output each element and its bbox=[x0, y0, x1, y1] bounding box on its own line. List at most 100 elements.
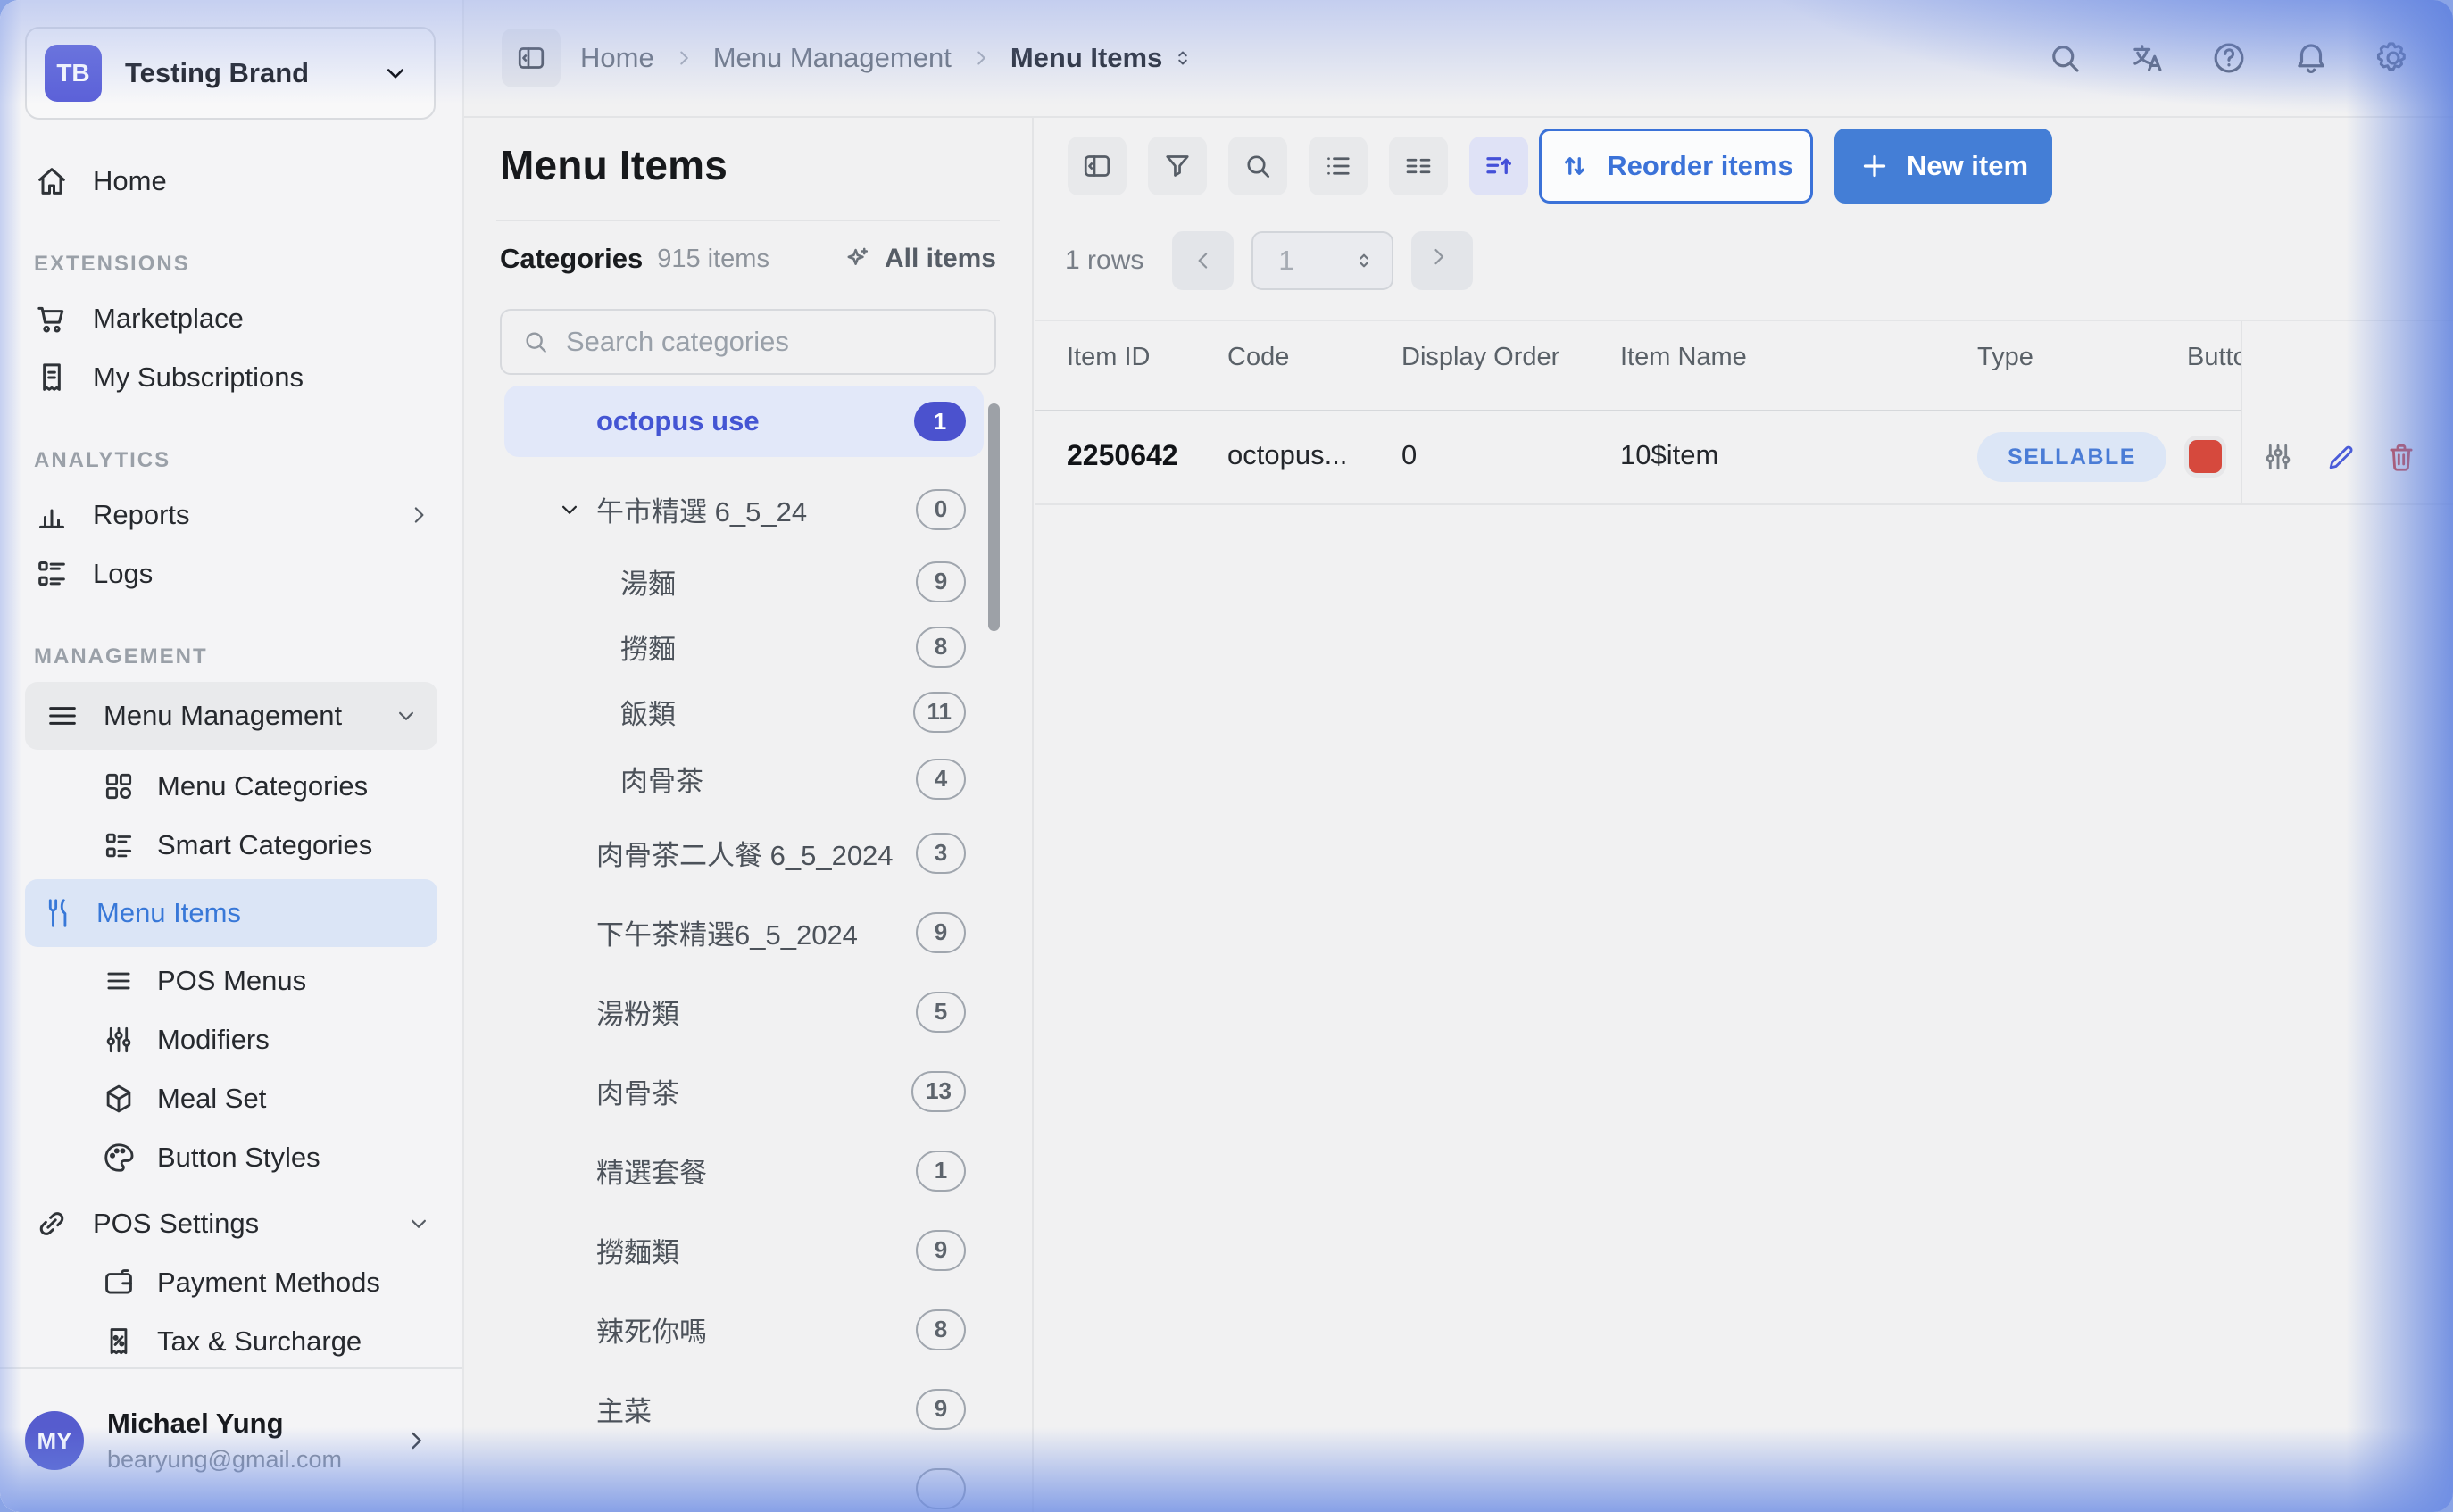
search-button[interactable] bbox=[2045, 38, 2084, 78]
sort-button[interactable] bbox=[1469, 137, 1528, 195]
brand-selector[interactable]: TB Testing Brand bbox=[25, 27, 436, 120]
sidebar-nav: Home EXTENSIONS Marketplace My Subscript… bbox=[0, 152, 462, 1430]
sidebar: TB Testing Brand Home EXTENSIONS Marketp… bbox=[0, 0, 464, 1512]
category-item-selected[interactable]: octopus use 1 bbox=[504, 386, 984, 457]
category-item[interactable]: 肉骨茶 4 bbox=[504, 744, 984, 813]
list-icon bbox=[1322, 150, 1354, 182]
sidebar-item-button-styles[interactable]: Button Styles bbox=[0, 1128, 462, 1187]
category-item[interactable]: 下午茶精選6_5_2024 9 bbox=[504, 893, 984, 972]
cell-item-name: 10$item bbox=[1620, 439, 1718, 471]
category-count-badge: 9 bbox=[916, 912, 966, 953]
column-header-button[interactable]: Button bbox=[2187, 343, 2242, 372]
spinner-up-down-icon[interactable] bbox=[1351, 247, 1377, 274]
sidebar-collapse-button[interactable] bbox=[502, 29, 561, 87]
table-row-separator bbox=[1035, 503, 2453, 505]
category-item[interactable]: 撈麵 8 bbox=[504, 614, 984, 679]
bell-icon bbox=[2292, 39, 2330, 77]
page-number-input[interactable] bbox=[1276, 244, 1343, 278]
category-item[interactable]: 肉骨茶二人餐 6_5_2024 3 bbox=[504, 813, 984, 893]
sidebar-item-home[interactable]: Home bbox=[0, 152, 462, 211]
filter-button[interactable] bbox=[1148, 137, 1207, 195]
category-item[interactable]: 湯粉類 5 bbox=[504, 972, 984, 1051]
sidebar-item-marketplace[interactable]: Marketplace bbox=[0, 289, 462, 348]
column-header-type[interactable]: Type bbox=[1977, 343, 2033, 372]
search-input[interactable] bbox=[564, 325, 975, 359]
sidebar-item-my-subscriptions[interactable]: My Subscriptions bbox=[0, 348, 462, 407]
sidebar-item-smart-categories[interactable]: Smart Categories bbox=[0, 816, 462, 875]
sidebar-item-menu-items[interactable]: Menu Items bbox=[25, 879, 437, 947]
column-header-display-order[interactable]: Display Order bbox=[1401, 343, 1559, 372]
category-item[interactable]: 撈麵類 9 bbox=[504, 1210, 984, 1290]
scrollbar-thumb[interactable] bbox=[988, 403, 1000, 631]
status-badge-sellable: SELLABLE bbox=[1977, 432, 2166, 482]
sidebar-item-menu-management[interactable]: Menu Management bbox=[25, 682, 437, 750]
language-button[interactable] bbox=[2127, 38, 2166, 78]
sidebar-item-pos-settings[interactable]: POS Settings bbox=[0, 1194, 462, 1253]
user-meta: Michael Yung bearyung@gmail.com bbox=[107, 1407, 378, 1475]
grid-view-button[interactable] bbox=[1389, 137, 1448, 195]
table-toolbar: Reorder items New item bbox=[1068, 129, 2052, 204]
category-name: 肉骨茶 bbox=[620, 759, 703, 799]
category-item[interactable]: 精選套餐 1 bbox=[504, 1131, 984, 1210]
notifications-button[interactable] bbox=[2291, 38, 2331, 78]
category-search bbox=[500, 309, 996, 375]
divider bbox=[496, 220, 1000, 221]
chevron-down-icon bbox=[380, 58, 411, 88]
trash-icon bbox=[2384, 440, 2418, 474]
collapse-panel-button[interactable] bbox=[1068, 137, 1127, 195]
sidebar-item-label: Menu Categories bbox=[157, 770, 368, 802]
sidebar-item-label: POS Settings bbox=[93, 1208, 259, 1240]
category-name: 湯麵 bbox=[620, 561, 676, 602]
next-page-button[interactable] bbox=[1411, 231, 1473, 290]
search-icon bbox=[521, 328, 550, 356]
cell-code: octopus... bbox=[1227, 439, 1347, 471]
settings-button[interactable] bbox=[2374, 38, 2413, 78]
category-item[interactable]: 辣死你嗎 8 bbox=[504, 1290, 984, 1369]
list-view-button[interactable] bbox=[1309, 137, 1368, 195]
category-item[interactable]: 主菜 9 bbox=[504, 1369, 984, 1449]
breadcrumb-current[interactable]: Menu Items bbox=[1010, 42, 1195, 74]
new-item-label: New item bbox=[1907, 150, 2028, 182]
cart-icon bbox=[34, 301, 70, 336]
search-table-button[interactable] bbox=[1228, 137, 1287, 195]
row-modifiers-button[interactable] bbox=[2260, 439, 2296, 475]
prev-page-button[interactable] bbox=[1172, 231, 1234, 290]
category-item[interactable]: 肉骨茶 13 bbox=[504, 1051, 984, 1131]
avatar: MY bbox=[25, 1411, 84, 1470]
user-menu[interactable]: MY Michael Yung bearyung@gmail.com bbox=[0, 1367, 462, 1512]
category-name: 飯類 bbox=[620, 692, 676, 732]
column-header-code[interactable]: Code bbox=[1227, 343, 1289, 372]
sidebar-item-label: Meal Set bbox=[157, 1083, 266, 1115]
sidebar-item-reports[interactable]: Reports bbox=[0, 486, 462, 544]
sidebar-item-label: Tax & Surcharge bbox=[157, 1325, 362, 1358]
sidebar-item-meal-set[interactable]: Meal Set bbox=[0, 1069, 462, 1128]
panel-collapse-icon bbox=[515, 42, 547, 74]
sidebar-item-payment-methods[interactable]: Payment Methods bbox=[0, 1253, 462, 1312]
chevron-down-icon[interactable] bbox=[556, 496, 583, 523]
column-header-item-name[interactable]: Item Name bbox=[1620, 343, 1747, 372]
sidebar-item-menu-categories[interactable]: Menu Categories bbox=[0, 757, 462, 816]
help-button[interactable] bbox=[2209, 38, 2249, 78]
chevron-right-icon bbox=[405, 502, 432, 528]
category-name: 湯粉類 bbox=[596, 992, 679, 1032]
all-items-button[interactable]: All items bbox=[842, 244, 996, 274]
category-item[interactable]: 午市精選 6_5_24 0 bbox=[504, 469, 984, 549]
row-edit-button[interactable] bbox=[2324, 439, 2359, 475]
new-item-button[interactable]: New item bbox=[1834, 129, 2052, 204]
category-item[interactable]: 飯類 11 bbox=[504, 679, 984, 744]
chevron-down-icon bbox=[393, 702, 420, 729]
category-name: octopus use bbox=[596, 405, 760, 437]
sidebar-item-tax-surcharge[interactable]: Tax & Surcharge bbox=[0, 1312, 462, 1371]
category-item-partial[interactable] bbox=[504, 1449, 984, 1512]
breadcrumb-home[interactable]: Home bbox=[580, 42, 654, 74]
breadcrumb-menu-management[interactable]: Menu Management bbox=[713, 42, 952, 74]
sidebar-item-logs[interactable]: Logs bbox=[0, 544, 462, 603]
reorder-items-button[interactable]: Reorder items bbox=[1539, 129, 1813, 204]
category-item[interactable]: 湯麵 9 bbox=[504, 549, 984, 614]
sidebar-item-pos-menus[interactable]: POS Menus bbox=[0, 951, 462, 1010]
column-header-item-id[interactable]: Item ID bbox=[1067, 343, 1150, 372]
category-count-badge: 13 bbox=[911, 1071, 966, 1112]
row-delete-button[interactable] bbox=[2383, 439, 2419, 475]
funnel-icon bbox=[1161, 150, 1193, 182]
sidebar-item-modifiers[interactable]: Modifiers bbox=[0, 1010, 462, 1069]
